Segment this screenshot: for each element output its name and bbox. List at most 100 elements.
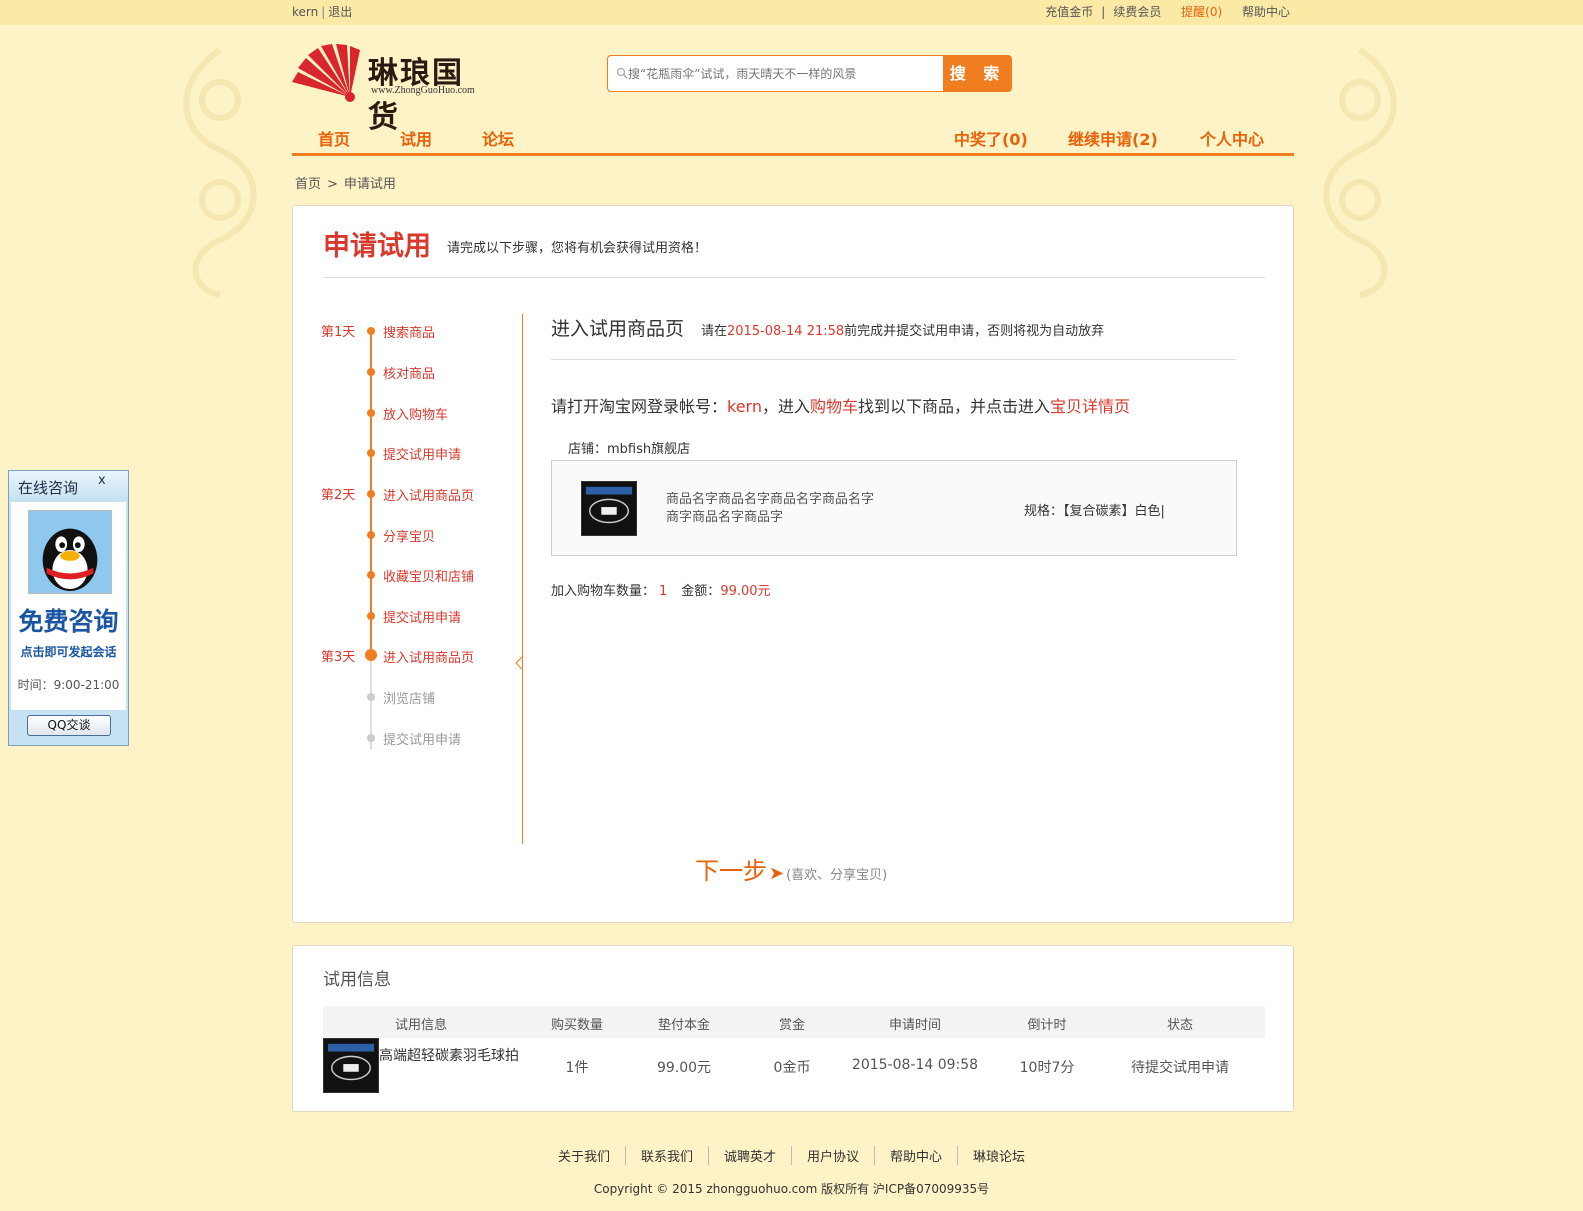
step-dot	[367, 531, 375, 539]
cart-link[interactable]: 购物车	[810, 397, 858, 416]
footer-link-agreement[interactable]: 用户协议	[791, 1146, 874, 1165]
logo-url-text: www.ZhongGuoHuo.com	[371, 85, 475, 96]
step-label: 搜索商品	[383, 326, 436, 341]
user-links: kern | 退出	[292, 5, 353, 19]
nav-home[interactable]: 首页	[318, 126, 350, 150]
nav-trial[interactable]: 试用	[400, 126, 432, 150]
goods-spec: 规格：【复合碳素】白色|	[1024, 504, 1165, 519]
product-thumbnail[interactable]	[581, 481, 637, 536]
deadline-suffix: 前完成并提交试用申请，否则将视为自动放弃	[844, 324, 1105, 339]
step-heading: 进入试用商品页	[551, 318, 685, 340]
step-day: 第3天	[321, 650, 356, 665]
next-step-button[interactable]: 下一步 ➤ (喜欢、分享宝贝)	[695, 851, 887, 886]
consult-footer: QQ交谈	[11, 710, 126, 740]
product-thumbnail[interactable]	[323, 1038, 379, 1093]
goods-card: 商品名字商品名字商品名字商品名字商字商品名字商品字 规格：【复合碳素】白色|	[551, 460, 1237, 556]
background-ornament-left	[183, 47, 257, 298]
step-dot	[367, 612, 375, 620]
search-button[interactable]: 搜 索	[943, 55, 1012, 92]
page-subtitle: 请完成以下步骤，您将有机会获得试用资格！	[447, 241, 708, 256]
goods-name: 商品名字商品名字商品名字商品名字商字商品名字商品字	[666, 492, 875, 525]
footer-link-jobs[interactable]: 诚聘英才	[707, 1146, 791, 1165]
detail-page-link[interactable]: 宝贝详情页	[1050, 397, 1130, 416]
footer-link-about[interactable]: 关于我们	[543, 1146, 625, 1165]
footer: 关于我们 联系我们 诚聘英才 用户协议 帮助中心 琳琅论坛 Copyright © 201…	[0, 1146, 1583, 1197]
deadline-text: 请在2015-08-14 21:58前完成并提交试用申请，否则将视为自动放弃	[701, 320, 1104, 339]
quantity-value: 1	[659, 584, 668, 599]
step-label: 提交试用申请	[383, 448, 462, 463]
amount-label: 金额：	[681, 584, 721, 599]
nav-personal-center[interactable]: 个人中心	[1200, 126, 1264, 150]
trial-status: 待提交试用申请	[1131, 1060, 1229, 1076]
footer-link-contact[interactable]: 联系我们	[624, 1146, 708, 1165]
consult-body[interactable]: 免费咨询 点击即可发起会话 时间：9:00-21:00 QQ交谈	[11, 502, 126, 740]
help-center-link[interactable]: 帮助中心	[1242, 5, 1290, 19]
trial-principal: 99.00元	[656, 1060, 712, 1076]
trial-quantity: 1件	[565, 1060, 589, 1076]
start-session-text: 点击即可发起会话	[20, 645, 117, 659]
deadline-time: 2015-08-14 21:58	[727, 324, 845, 339]
step-dot	[367, 368, 375, 376]
step-label: 收藏宝贝和店铺	[383, 570, 475, 585]
trial-info-panel: 试用信息 试用信息 购买数量 垫付本金 赏金 申请时间 倒计时 状态 高端超轻碳…	[292, 945, 1294, 1112]
table-row: 高端超轻碳素羽毛球拍 1件 99.00元 0金币 2015-08-14 09:5…	[323, 1038, 1265, 1094]
search-icon	[616, 67, 628, 79]
instruction-part: 请打开淘宝网登录帐号：	[551, 397, 728, 416]
step-item: 提交试用申请	[321, 606, 536, 626]
step-dot-current	[365, 649, 377, 661]
page-title: 申请试用	[323, 231, 431, 262]
close-icon[interactable]: x	[98, 473, 106, 488]
nav-continue-apply[interactable]: 继续申请(2)	[1068, 126, 1158, 150]
breadcrumb: 首页 > 申请试用	[295, 173, 396, 192]
service-hours: 时间：9:00-21:00	[17, 678, 120, 692]
site-logo[interactable]: 琳琅国货 www.ZhongGuoHuo.com	[292, 42, 492, 135]
consult-header: 在线咨询 x	[9, 471, 128, 500]
logout-link[interactable]: 退出	[328, 5, 352, 19]
search-bar: 搜 索	[607, 55, 1012, 92]
remind-link[interactable]: 提醒(0)	[1181, 5, 1222, 19]
step-dot	[367, 571, 375, 579]
free-consult-text: 免费咨询	[18, 607, 119, 636]
step-item: 收藏宝贝和店铺	[321, 565, 536, 585]
search-input[interactable]	[628, 64, 928, 84]
trial-apply-time: 2015-08-14 09:58	[851, 1057, 979, 1073]
copyright: Copyright © 2015 zhongguohuo.com 版权所有 沪I…	[593, 1182, 990, 1196]
top-bar: kern | 退出 充值金币 | 续费会员 提醒(0) 帮助中心	[0, 0, 1583, 25]
trial-info-title: 试用信息	[323, 970, 391, 990]
consult-title: 在线咨询	[18, 479, 79, 497]
column-header: 倒计时	[1027, 1018, 1067, 1033]
search-box	[607, 55, 943, 92]
top-links: 充值金币 | 续费会员 提醒(0) 帮助中心	[1045, 5, 1290, 19]
instruction-part: ，进入	[762, 397, 811, 416]
recharge-link[interactable]: 充值金币	[1045, 5, 1093, 19]
breadcrumb-home[interactable]: 首页	[295, 177, 321, 192]
column-header: 垫付本金	[657, 1018, 710, 1033]
step-label: 提交试用申请	[383, 611, 462, 626]
step-label: 进入试用商品页	[383, 651, 475, 666]
qq-chat-button[interactable]: QQ交谈	[27, 715, 111, 736]
renew-member-link[interactable]: 续费会员	[1113, 5, 1161, 19]
divider	[323, 277, 1265, 278]
trial-product-name[interactable]: 高端超轻碳素羽毛球拍	[379, 1047, 519, 1066]
taobao-account: kern	[727, 397, 762, 416]
shop-name: 店铺：mbfish旗舰店	[568, 442, 691, 457]
trial-reward: 0金币	[773, 1060, 811, 1076]
step-label: 进入试用商品页	[383, 489, 475, 504]
username-link[interactable]: kern	[292, 5, 318, 19]
column-header: 状态	[1166, 1018, 1193, 1033]
quantity-label: 加入购物车数量：	[551, 584, 656, 599]
nav-won[interactable]: 中奖了(0)	[954, 126, 1028, 150]
footer-link-help[interactable]: 帮助中心	[874, 1146, 957, 1165]
column-header: 试用信息	[394, 1018, 447, 1033]
step-item: 提交试用申请	[321, 728, 536, 748]
apply-trial-panel: 申请试用 请完成以下步骤，您将有机会获得试用资格！ 第1天 搜索商品 核对商品 …	[292, 205, 1294, 923]
nav-forum[interactable]: 论坛	[482, 126, 514, 150]
column-header: 申请时间	[888, 1018, 941, 1033]
step-item: 分享宝贝	[321, 525, 536, 545]
step-item: 提交试用申请	[321, 443, 536, 463]
step-dot	[367, 734, 375, 742]
step-item: 放入购物车	[321, 403, 536, 423]
step-dot	[367, 693, 375, 701]
footer-link-forum[interactable]: 琳琅论坛	[957, 1146, 1040, 1165]
step-dot	[367, 490, 375, 498]
